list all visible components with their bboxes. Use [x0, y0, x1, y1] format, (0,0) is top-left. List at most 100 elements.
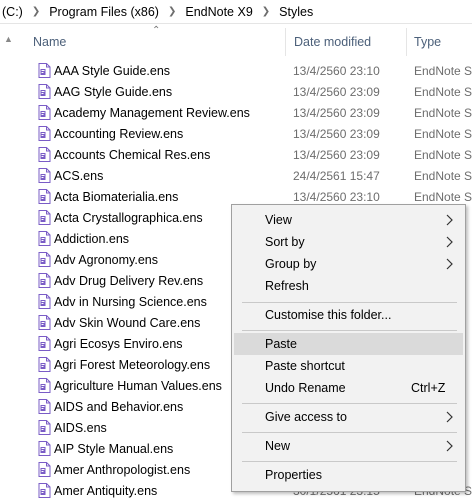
breadcrumb-endnote[interactable]: EndNote X9 [183, 5, 254, 19]
menu-item-new[interactable]: New [234, 435, 463, 457]
file-name: Acta Biomaterialia.ens [54, 189, 179, 204]
breadcrumb-program-files[interactable]: Program Files (x86) [47, 5, 161, 19]
file-date-modified: 13/4/2560 23:09 [293, 105, 380, 120]
menu-item-label: View [265, 213, 292, 227]
endnote-style-file-icon [38, 315, 51, 330]
menu-item-paste-shortcut[interactable]: Paste shortcut [234, 355, 463, 377]
endnote-style-file-icon [38, 252, 51, 267]
menu-item-refresh[interactable]: Refresh [234, 275, 463, 297]
endnote-style-file-icon [38, 357, 51, 372]
menu-item-label: Undo Rename [265, 381, 346, 395]
menu-item-undo-rename[interactable]: Undo Rename Ctrl+Z [234, 377, 463, 399]
menu-item-customise-folder[interactable]: Customise this folder... [234, 304, 463, 326]
endnote-style-file-icon [38, 399, 51, 414]
file-name: Agri Forest Meteorology.ens [54, 357, 211, 372]
file-row[interactable]: Academy Management Review.ens 13/4/2560 2… [22, 102, 472, 123]
scroll-up-icon[interactable]: ▲ [4, 34, 13, 44]
column-header-name-label: Name [33, 35, 67, 49]
menu-item-label: New [265, 439, 291, 453]
file-name: Accounts Chemical Res.ens [54, 147, 211, 162]
file-row[interactable]: Accounting Review.ens 13/4/2560 23:09 EndN… [22, 123, 472, 144]
endnote-style-file-icon [38, 273, 51, 288]
menu-separator [242, 461, 457, 462]
menu-item-label: Refresh [265, 279, 309, 293]
file-type: EndNote St [414, 63, 472, 78]
menu-item-label: Paste shortcut [265, 359, 345, 373]
menu-item-properties[interactable]: Properties [234, 464, 463, 486]
menu-separator [242, 302, 457, 303]
column-header-type-label: Type [414, 35, 442, 49]
endnote-style-file-icon [38, 84, 51, 99]
menu-item-label: Customise this folder... [265, 308, 392, 322]
file-date-modified: 13/4/2560 23:09 [293, 84, 380, 99]
endnote-style-file-icon [38, 189, 51, 204]
file-type: EndNote St [414, 168, 472, 183]
file-name: Acta Crystallographica.ens [54, 210, 203, 225]
file-type: EndNote St [414, 126, 472, 141]
column-header-date-modified[interactable]: Date modified [294, 27, 404, 57]
menu-separator [242, 403, 457, 404]
submenu-arrow-icon [446, 214, 453, 226]
column-divider[interactable] [406, 28, 407, 56]
file-row[interactable]: AAA Style Guide.ens 13/4/2560 23:10 EndNot… [22, 60, 472, 81]
file-name: Adv Skin Wound Care.ens [54, 315, 201, 330]
file-name: Agri Ecosys Enviro.ens [54, 336, 183, 351]
file-name: Accounting Review.ens [54, 126, 184, 141]
endnote-style-file-icon [38, 378, 51, 393]
file-name: Adv Drug Delivery Rev.ens [54, 273, 204, 288]
endnote-style-file-icon [38, 441, 51, 456]
navigation-pane-edge [0, 24, 22, 499]
file-type: EndNote St [414, 147, 472, 162]
submenu-arrow-icon [446, 440, 453, 452]
keyboard-shortcut: Ctrl+Z [411, 381, 446, 395]
breadcrumb-drive[interactable]: (C:) [0, 5, 25, 19]
endnote-style-file-icon [38, 105, 51, 120]
menu-item-label: Sort by [265, 235, 305, 249]
file-date-modified: 13/4/2560 23:09 [293, 126, 380, 141]
file-name: AIDS and Behavior.ens [54, 399, 184, 414]
menu-item-group-by[interactable]: Group by [234, 253, 463, 275]
context-menu: View Sort by Group by Refresh Customise … [231, 204, 466, 492]
endnote-style-file-icon [38, 462, 51, 477]
endnote-style-file-icon [38, 336, 51, 351]
file-date-modified: 13/4/2560 23:09 [293, 147, 380, 162]
column-header-type[interactable]: Type [414, 27, 472, 57]
file-name: ACS.ens [54, 168, 104, 183]
file-row[interactable]: ACS.ens 24/4/2561 15:47 EndNote St [22, 165, 472, 186]
file-name: Addiction.ens [54, 231, 130, 246]
file-name: AAA Style Guide.ens [54, 63, 171, 78]
file-name: Amer Anthropologist.ens [54, 462, 191, 477]
breadcrumb-styles[interactable]: Styles [277, 5, 315, 19]
menu-item-label: Paste [265, 337, 297, 351]
endnote-style-file-icon [38, 147, 51, 162]
file-date-modified: 24/4/2561 15:47 [293, 168, 380, 183]
file-name: AIDS.ens [54, 420, 107, 435]
file-name: AAG Style Guide.ens [54, 84, 173, 99]
column-header-date-label: Date modified [294, 35, 372, 49]
submenu-arrow-icon [446, 236, 453, 248]
breadcrumb-separator-icon: ❯ [167, 6, 177, 17]
menu-item-view[interactable]: View [234, 209, 463, 231]
file-name: Adv Agronomy.ens [54, 252, 158, 267]
file-name: Agriculture Human Values.ens [54, 378, 222, 393]
endnote-style-file-icon [38, 231, 51, 246]
file-row[interactable]: AAG Style Guide.ens 13/4/2560 23:09 EndNot… [22, 81, 472, 102]
column-divider[interactable] [285, 28, 286, 56]
endnote-style-file-icon [38, 168, 51, 183]
file-date-modified: 13/4/2560 23:10 [293, 63, 380, 78]
file-type: EndNote St [414, 105, 472, 120]
menu-item-give-access[interactable]: Give access to [234, 406, 463, 428]
file-name: AIP Style Manual.ens [54, 441, 174, 456]
endnote-style-file-icon [38, 483, 51, 498]
endnote-style-file-icon [38, 126, 51, 141]
menu-item-sort-by[interactable]: Sort by [234, 231, 463, 253]
column-header-name[interactable]: Name [33, 27, 283, 57]
menu-item-label: Give access to [265, 410, 347, 424]
submenu-arrow-icon [446, 411, 453, 423]
endnote-style-file-icon [38, 420, 51, 435]
file-row[interactable]: Accounts Chemical Res.ens 13/4/2560 23:09… [22, 144, 472, 165]
endnote-style-file-icon [38, 210, 51, 225]
menu-item-label: Group by [265, 257, 317, 271]
menu-item-paste[interactable]: Paste [234, 333, 463, 355]
address-bar[interactable]: (C:) ❯ Program Files (x86) ❯ EndNote X9 … [0, 0, 472, 24]
